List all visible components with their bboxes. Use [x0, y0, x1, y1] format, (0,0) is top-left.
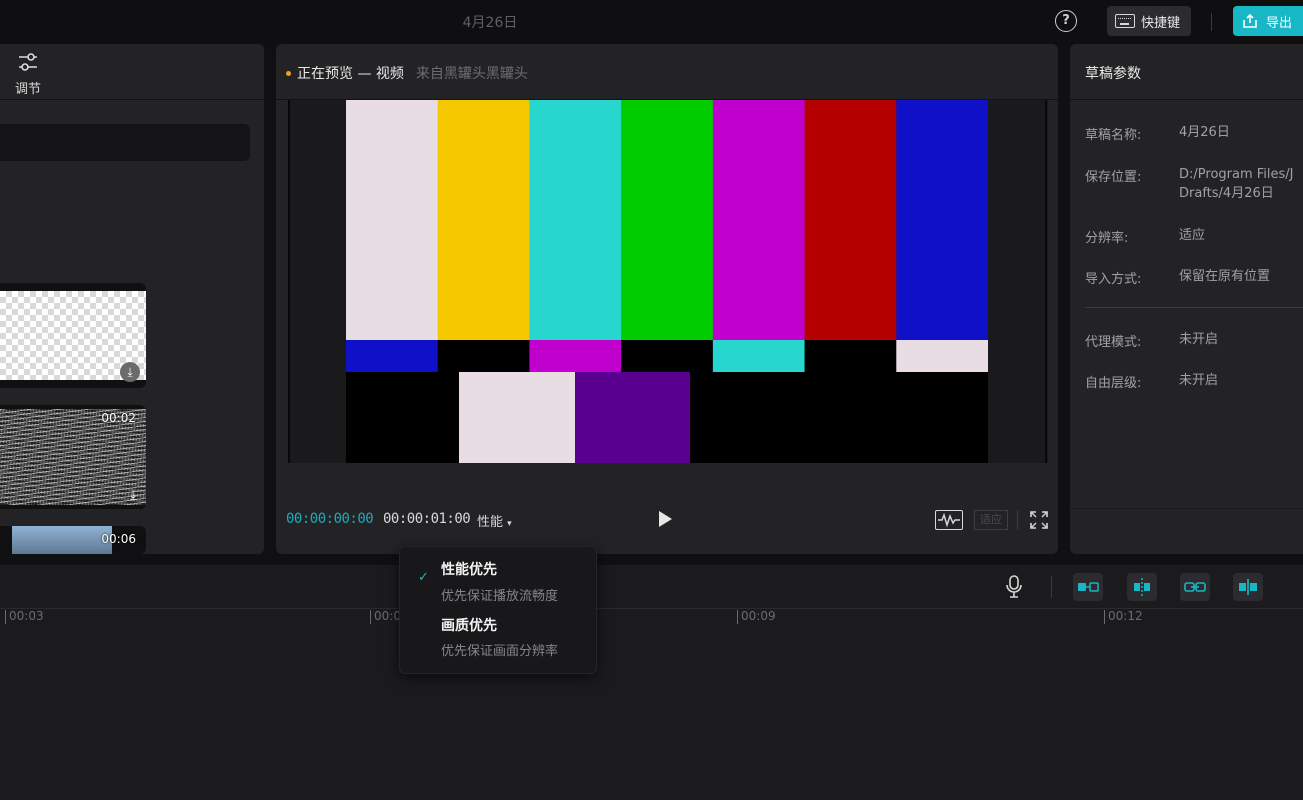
- prop-label-location: 保存位置:: [1085, 170, 1142, 185]
- linkage-button[interactable]: [1180, 573, 1210, 601]
- thumb-duration: 00:06: [101, 532, 136, 546]
- color-bar-mid: [621, 340, 714, 372]
- search-input[interactable]: [0, 124, 250, 161]
- color-bars-video[interactable]: [346, 100, 988, 463]
- download-icon[interactable]: ⤓: [120, 362, 140, 382]
- timeline-toolbar: [0, 565, 1303, 609]
- shortcut-label: 快捷键: [1141, 15, 1181, 31]
- canvas-border-right: [1045, 100, 1047, 463]
- chain-icon: [1184, 582, 1206, 592]
- prop-value-layer: 未开启: [1179, 373, 1219, 388]
- split-axis-icon: [1239, 579, 1257, 595]
- option-performance-first[interactable]: 性能优先: [441, 559, 497, 579]
- params-footer-divider: [1070, 508, 1303, 509]
- preview-source: 来自黑罐头黑罐头: [415, 66, 528, 82]
- total-time: 00:00:01:00: [383, 511, 471, 527]
- tab-adjust-label: 调节: [14, 82, 41, 97]
- fit-button[interactable]: 适应: [974, 510, 1008, 530]
- prop-value-resolution: 适应: [1179, 228, 1206, 243]
- option-quality-desc: 优先保证画面分辨率: [441, 644, 559, 659]
- prop-value-import: 保留在原有位置: [1179, 269, 1271, 284]
- waveform-button[interactable]: [935, 510, 963, 530]
- fullscreen-icon[interactable]: [1030, 511, 1048, 529]
- prop-value-location-line2: Drafts/4月26日: [1179, 186, 1274, 201]
- color-bar-mid: [712, 340, 806, 372]
- media-thumb-transparent[interactable]: ⤓: [0, 283, 146, 388]
- params-divider: [1085, 307, 1303, 308]
- color-bar-bottom: [459, 372, 576, 463]
- current-time: 00:00:00:00: [286, 511, 374, 527]
- prop-label-import: 导入方式:: [1085, 272, 1142, 287]
- sliders-icon: [19, 53, 37, 71]
- thumb-duration: 00:02: [101, 411, 136, 425]
- controls-divider: [1017, 510, 1018, 530]
- color-bar-top: [529, 100, 622, 340]
- microphone-icon[interactable]: [1005, 575, 1023, 599]
- ruler-tick: 00:0: [370, 610, 401, 624]
- color-bar-mid: [529, 340, 622, 372]
- export-label: 导出: [1266, 15, 1293, 31]
- draft-params-title: 草稿参数: [1085, 66, 1141, 82]
- prop-label-resolution: 分辨率:: [1085, 231, 1129, 246]
- option-quality-first[interactable]: 画质优先: [441, 615, 497, 635]
- timeline-track-area[interactable]: [0, 609, 1303, 800]
- color-bar-mid: [437, 340, 530, 372]
- color-bar-mid: [804, 340, 897, 372]
- link-icon: [1078, 582, 1099, 592]
- preview-title: 正在预览 — 视频 来自黑罐头黑罐头: [286, 63, 528, 83]
- prop-value-name: 4月26日: [1179, 125, 1230, 140]
- performance-select[interactable]: 性能 ▾: [477, 511, 512, 530]
- caret-down-icon: ▾: [507, 519, 512, 529]
- export-icon: [1243, 13, 1257, 28]
- color-bar-top: [804, 100, 897, 340]
- prop-label-proxy: 代理模式:: [1085, 335, 1142, 350]
- color-bar-mid: [896, 340, 988, 372]
- canvas-border-left: [288, 100, 290, 463]
- draft-params-panel: [1070, 44, 1303, 554]
- color-bar-top: [896, 100, 988, 340]
- snap-icon: [1134, 578, 1150, 596]
- sky-preview: [12, 526, 112, 554]
- help-icon[interactable]: ?: [1055, 10, 1077, 32]
- ruler-tick: 00:12: [1104, 610, 1143, 624]
- prop-value-proxy: 未开启: [1179, 332, 1219, 347]
- preview-title-text: 正在预览 — 视频: [297, 66, 404, 82]
- tab-adjust[interactable]: 调节: [10, 50, 46, 98]
- magnet-snap-button[interactable]: [1127, 573, 1157, 601]
- media-thumb-sky[interactable]: 00:06: [0, 526, 146, 554]
- timeline-toolbar-divider: [1051, 576, 1052, 598]
- prop-label-layer: 自由层级:: [1085, 376, 1142, 391]
- waveform-icon: [938, 512, 960, 528]
- color-bar-bottom: [690, 372, 988, 463]
- prop-value-location: D:/Program Files/J: [1179, 167, 1294, 182]
- export-button[interactable]: 导出: [1233, 6, 1303, 36]
- topbar-divider: [1211, 13, 1212, 31]
- color-bar-top: [437, 100, 530, 340]
- performance-select-label: 性能: [477, 515, 504, 530]
- prop-label-name: 草稿名称:: [1085, 128, 1142, 143]
- ruler-tick: 00:09: [737, 610, 776, 624]
- color-bar-top: [621, 100, 714, 340]
- option-performance-desc: 优先保证播放流畅度: [441, 589, 559, 604]
- preview-axis-button[interactable]: [1233, 573, 1263, 601]
- download-icon[interactable]: ⤓: [130, 488, 136, 503]
- shortcut-button[interactable]: 快捷键: [1107, 6, 1191, 36]
- media-thumb-noise[interactable]: 00:02 ⤓: [0, 405, 146, 509]
- checkmark-icon: ✓: [418, 570, 429, 585]
- color-bar-bottom: [346, 372, 460, 463]
- color-bar-top: [712, 100, 806, 340]
- color-bar-top: [346, 100, 439, 340]
- keyboard-icon: [1115, 14, 1135, 28]
- link-main-track-button[interactable]: [1073, 573, 1103, 601]
- ruler-tick: 00:03: [5, 610, 44, 624]
- project-title: 4月26日: [462, 15, 518, 31]
- play-icon[interactable]: [659, 511, 672, 527]
- color-bar-bottom: [575, 372, 691, 463]
- color-bar-mid: [346, 340, 439, 372]
- status-dot: [286, 70, 291, 76]
